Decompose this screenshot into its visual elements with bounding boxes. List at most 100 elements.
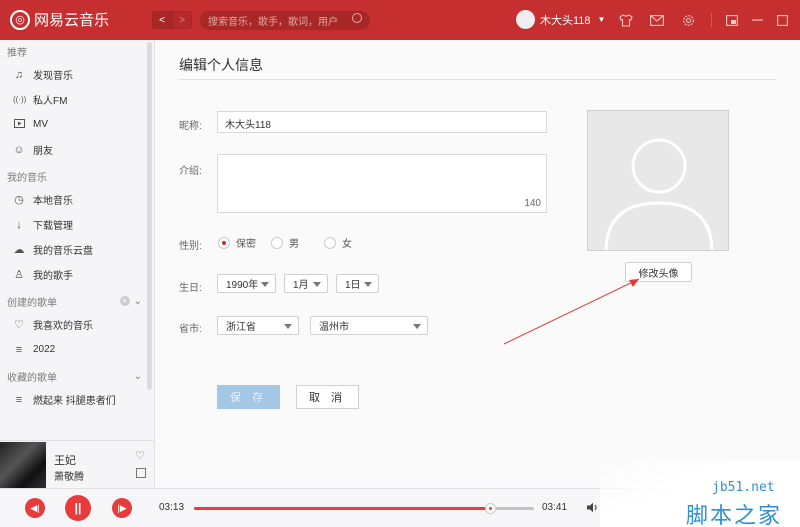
sidebar-item-label: 下载管理 [33, 221, 73, 232]
intro-textarea[interactable]: 140 [217, 154, 547, 213]
sidebar-item-discover[interactable]: ♫ 发现音乐 [0, 62, 154, 87]
watermark-name: 脚本之家 [686, 503, 783, 527]
radio-unchecked-icon [324, 236, 336, 249]
song-artist[interactable]: 萧敬腾 [54, 468, 84, 483]
album-cover[interactable] [0, 442, 46, 489]
song-title[interactable]: 王妃 [54, 452, 76, 468]
nickname-field[interactable]: 木大头118 [217, 111, 547, 133]
radio-label: 保密 [236, 239, 256, 250]
heart-icon: ♡ [14, 319, 24, 331]
select-value: 浙江省 [226, 322, 256, 333]
progress-fill [194, 507, 491, 510]
gender-option-male[interactable]: 男 [271, 235, 299, 250]
chevron-down-icon[interactable]: ▼ [598, 15, 606, 24]
settings-gear-icon[interactable] [680, 12, 696, 28]
watermark: jb51.net 脚本之家 [600, 460, 800, 527]
avatar[interactable] [516, 10, 535, 29]
sidebar-item-label: 我的歌手 [33, 271, 73, 282]
birth-day-select[interactable]: 1日 [336, 274, 379, 293]
intro-label: 介绍: [179, 166, 202, 177]
birth-month-select[interactable]: 1月 [284, 274, 328, 293]
chevron-left-icon: < [159, 14, 165, 26]
clock-icon: ◷ [14, 194, 24, 206]
playlist-icon: ≡ [15, 393, 23, 406]
search-icon[interactable] [352, 13, 362, 23]
minimize-icon[interactable] [749, 12, 765, 28]
sidebar-item-local[interactable]: ◷ 本地音乐 [0, 187, 154, 212]
pause-icon: || [74, 501, 82, 515]
select-value: 1月 [293, 280, 309, 291]
sidebar-section-collected: 收藏的歌单 ⌄ [0, 365, 154, 387]
sidebar-item-singers[interactable]: ♙ 我的歌手 [0, 262, 154, 287]
maximize-icon[interactable] [774, 12, 790, 28]
add-playlist-icon[interactable]: + [119, 295, 130, 306]
gender-option-female[interactable]: 女 [324, 235, 352, 250]
radio-checked-icon [218, 236, 230, 249]
sidebar: 推荐 ♫ 发现音乐 ((·)) 私人FM MV ☺ 朋友 我的音乐 ◷ 本地音乐 ↓ 下载… [0, 40, 155, 440]
char-counter: 140 [524, 198, 541, 209]
city-select[interactable]: 温州市 [310, 316, 428, 335]
playlist-icon: ≡ [15, 343, 23, 356]
chevron-down-icon [313, 282, 321, 287]
back-button[interactable]: < [152, 11, 172, 29]
radio-unchecked-icon [271, 236, 283, 249]
volume-icon[interactable] [586, 502, 600, 516]
share-icon[interactable] [136, 468, 146, 478]
province-select[interactable]: 浙江省 [217, 316, 299, 335]
watermark-site: jb51.net [712, 480, 775, 495]
music-note-icon: ♫ [14, 68, 24, 81]
chevron-right-icon: > [179, 14, 185, 26]
pause-button[interactable]: || [65, 495, 91, 521]
progress-slider[interactable] [194, 503, 534, 514]
save-button[interactable]: 保 存 [217, 385, 280, 409]
sidebar-item-friends[interactable]: ☺ 朋友 [0, 137, 154, 162]
nickname-label: 昵称: [179, 121, 202, 132]
sidebar-item-downloads[interactable]: ↓ 下载管理 [0, 212, 154, 237]
select-value: 1日 [345, 280, 361, 291]
netease-logo-icon: ◎ [10, 9, 30, 30]
main-content: 编辑个人信息 昵称: 木大头118 介绍: 140 性别: 保密 男 女 生日:… [156, 40, 800, 488]
section-title: 创建的歌单 [7, 297, 57, 309]
sidebar-item-playlist-2022[interactable]: ≡ 2022 [0, 337, 154, 362]
mini-mode-icon[interactable] [724, 12, 740, 28]
sidebar-item-liked[interactable]: ♡ 我喜欢的音乐 [0, 312, 154, 337]
cancel-button[interactable]: 取 消 [296, 385, 359, 409]
sidebar-scrollbar[interactable] [147, 42, 152, 390]
chevron-down-icon [413, 324, 421, 329]
section-actions: + ⌄ [119, 295, 142, 307]
annotation-arrow [503, 278, 640, 345]
chevron-down-icon [261, 282, 269, 287]
chevron-down-icon [364, 282, 372, 287]
search-placeholder: 搜索音乐，歌手，歌词，用户 [208, 17, 338, 28]
radio-label: 男 [289, 239, 299, 250]
user-menu[interactable]: 木大头118 ▼ [516, 10, 605, 29]
skin-icon[interactable] [618, 12, 634, 28]
mail-icon[interactable] [649, 12, 665, 28]
previous-icon: ◀| [30, 502, 40, 513]
search-input[interactable]: 搜索音乐，歌手，歌词，用户 [200, 11, 370, 30]
sidebar-item-fm[interactable]: ((·)) 私人FM [0, 87, 154, 112]
gender-label: 性别: [179, 241, 202, 252]
chevron-down-icon[interactable]: ⌄ [134, 371, 142, 382]
like-heart-icon[interactable]: ♡ [135, 449, 145, 462]
next-track-button[interactable]: |▶ [112, 498, 132, 518]
birth-year-select[interactable]: 1990年 [217, 274, 276, 293]
app-logo[interactable]: ◎ 网易云音乐 [10, 9, 109, 30]
section-title: 推荐 [7, 47, 27, 59]
forward-button[interactable]: > [172, 11, 192, 29]
video-icon [13, 118, 25, 131]
previous-track-button[interactable]: ◀| [25, 498, 45, 518]
username[interactable]: 木大头118 [540, 12, 591, 28]
friends-icon: ☺ [13, 143, 25, 156]
default-avatar-icon [604, 138, 714, 250]
sidebar-item-cloud[interactable]: ☁ 我的音乐云盘 [0, 237, 154, 262]
chevron-down-icon[interactable]: ⌄ [134, 296, 142, 307]
cloud-icon: ☁ [13, 244, 25, 256]
sidebar-item-collected-playlist[interactable]: ≡ 燃起来 抖腿患者们 [0, 387, 154, 412]
sidebar-item-mv[interactable]: MV [0, 112, 154, 137]
gender-option-secret[interactable]: 保密 [218, 235, 256, 250]
progress-handle[interactable] [484, 503, 496, 514]
current-time: 03:13 [159, 502, 185, 513]
title-divider [711, 13, 712, 27]
radio-label: 女 [342, 239, 352, 250]
